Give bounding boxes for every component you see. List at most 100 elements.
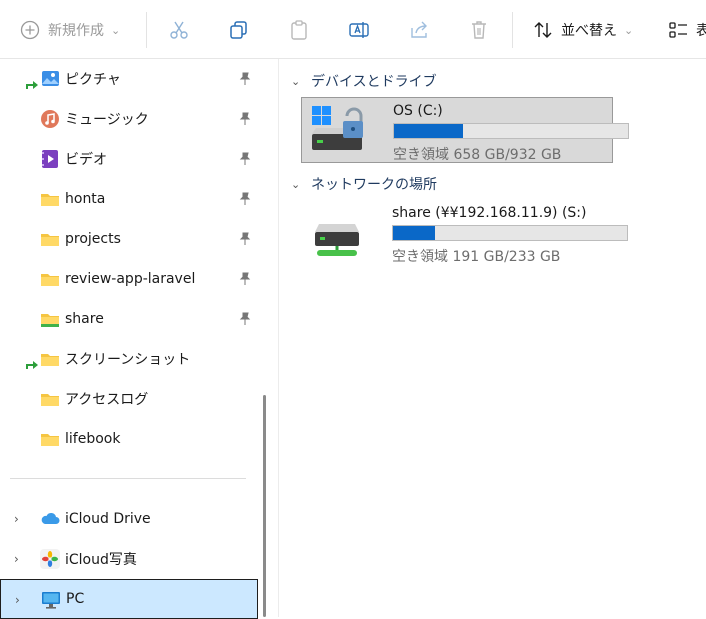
copy-icon xyxy=(227,18,251,42)
drive-usage-bar xyxy=(393,123,629,139)
sidebar-item-label: iCloud写真 xyxy=(65,552,137,568)
drive-usage-bar xyxy=(392,225,628,241)
folder-icon xyxy=(40,229,60,249)
sort-arrows-icon xyxy=(531,18,555,42)
sidebar-item-label: PC xyxy=(66,591,85,607)
sidebar-item-pictures[interactable]: ピクチャ xyxy=(0,59,258,99)
sidebar-item-label: review-app-laravel xyxy=(65,271,196,287)
command-bar: 新規作成 ⌄ 並べ替え ⌄ 表 xyxy=(0,0,706,59)
sort-button-label: 並べ替え xyxy=(561,23,617,39)
drive-tile-os-c[interactable]: OS (C:) 空き領域 658 GB/932 GB xyxy=(301,97,629,163)
drive-usage-fill xyxy=(393,226,436,240)
icloud-drive-icon xyxy=(40,509,60,529)
pin-icon[interactable] xyxy=(238,152,252,166)
sidebar-item-label: アクセスログ xyxy=(65,392,149,408)
chevron-down-icon: ⌄ xyxy=(291,177,301,191)
rename-button[interactable] xyxy=(347,14,371,46)
navigation-pane: ピクチャ ミュージック ビデオ honta projects review-ap… xyxy=(0,59,258,619)
toolbar-separator xyxy=(512,12,513,48)
sidebar-item-honta[interactable]: honta xyxy=(0,179,258,219)
drive-free-space: 空き領域 191 GB/233 GB xyxy=(392,249,561,265)
pc-icon xyxy=(41,590,61,610)
drive-usage-fill xyxy=(394,124,463,138)
folder-icon xyxy=(40,189,60,209)
sidebar-item-review-app-laravel[interactable]: review-app-laravel xyxy=(0,259,258,299)
group-header-label: デバイスとドライブ xyxy=(311,74,437,90)
pin-icon[interactable] xyxy=(238,112,252,126)
sidebar-item-icloud-photos[interactable]: › iCloud写真 xyxy=(0,539,258,579)
folder-icon xyxy=(40,389,60,409)
sidebar-item-screenshots[interactable]: スクリーンショット xyxy=(0,339,258,379)
pane-splitter[interactable] xyxy=(278,59,279,617)
sidebar-item-label: iCloud Drive xyxy=(65,511,151,527)
group-header-devices[interactable]: ⌄ デバイスとドライブ xyxy=(291,71,437,91)
sync-status-icon xyxy=(26,81,38,89)
group-header-network[interactable]: ⌄ ネットワークの場所 xyxy=(291,174,437,194)
drive-tile-share-s[interactable]: share (¥¥192.168.11.9) (S:) 空き領域 191 GB/… xyxy=(301,200,628,266)
sidebar-item-icloud-drive[interactable]: › iCloud Drive xyxy=(0,499,258,539)
group-header-label: ネットワークの場所 xyxy=(311,177,437,193)
chevron-down-icon: ⌄ xyxy=(291,74,301,88)
share-button[interactable] xyxy=(407,14,431,46)
paste-button[interactable] xyxy=(287,14,311,46)
screenshots-folder-icon xyxy=(40,349,60,369)
video-icon xyxy=(40,149,60,169)
plus-circle-icon xyxy=(18,18,42,42)
sidebar-item-lifebook[interactable]: lifebook xyxy=(0,419,258,459)
delete-button[interactable] xyxy=(467,14,491,46)
share-icon xyxy=(407,18,431,42)
trash-icon xyxy=(467,18,491,42)
sidebar-item-label: ピクチャ xyxy=(65,72,121,88)
sidebar-scrollbar[interactable] xyxy=(263,395,266,617)
sidebar-item-music[interactable]: ミュージック xyxy=(0,99,258,139)
sidebar-item-projects[interactable]: projects xyxy=(0,219,258,259)
folder-icon xyxy=(40,429,60,449)
chevron-down-icon: ⌄ xyxy=(624,23,634,37)
rename-icon xyxy=(347,18,371,42)
sidebar-item-label: スクリーンショット xyxy=(65,352,191,368)
network-folder-icon xyxy=(40,309,60,329)
sync-status-icon xyxy=(26,361,38,369)
music-icon xyxy=(40,109,60,129)
sidebar-item-access-log[interactable]: アクセスログ xyxy=(0,379,258,419)
sidebar-item-label: share xyxy=(65,311,104,327)
sidebar-item-share[interactable]: share xyxy=(0,299,258,339)
chevron-right-icon[interactable]: › xyxy=(14,512,26,526)
system-drive-icon xyxy=(310,104,366,156)
chevron-right-icon[interactable]: › xyxy=(15,593,27,607)
scissors-icon xyxy=(167,18,191,42)
sidebar-item-pc[interactable]: › PC xyxy=(0,579,258,619)
new-button[interactable]: 新規作成 ⌄ xyxy=(18,14,120,46)
sidebar-divider xyxy=(10,478,246,479)
copy-button[interactable] xyxy=(227,14,251,46)
icloud-photos-icon xyxy=(40,549,60,569)
pin-icon[interactable] xyxy=(238,272,252,286)
view-button[interactable]: 表 xyxy=(666,14,706,46)
chevron-down-icon: ⌄ xyxy=(111,23,121,37)
toolbar-separator xyxy=(146,12,147,48)
new-button-label: 新規作成 xyxy=(48,23,104,39)
sort-button[interactable]: 並べ替え ⌄ xyxy=(531,14,633,46)
pictures-icon xyxy=(40,69,60,89)
pin-icon[interactable] xyxy=(238,72,252,86)
sidebar-item-label: honta xyxy=(65,191,106,207)
drive-free-space: 空き領域 658 GB/932 GB xyxy=(393,147,562,163)
drive-name: share (¥¥192.168.11.9) (S:) xyxy=(392,205,587,221)
view-list-icon xyxy=(666,18,690,42)
cut-button[interactable] xyxy=(167,14,191,46)
pin-icon[interactable] xyxy=(238,192,252,206)
sidebar-item-videos[interactable]: ビデオ xyxy=(0,139,258,179)
clipboard-icon xyxy=(287,18,311,42)
pin-icon[interactable] xyxy=(238,232,252,246)
view-button-label: 表 xyxy=(696,23,706,39)
sidebar-item-label: ミュージック xyxy=(65,112,149,128)
sidebar-item-label: projects xyxy=(65,231,121,247)
pin-icon[interactable] xyxy=(238,312,252,326)
network-drive-icon xyxy=(309,206,365,258)
sidebar-item-label: ビデオ xyxy=(65,152,107,168)
content-pane: ⌄ デバイスとドライブ OS (C:) 空き領域 658 GB/932 GB ⌄… xyxy=(280,59,706,617)
folder-icon xyxy=(40,269,60,289)
chevron-right-icon[interactable]: › xyxy=(14,552,26,566)
sidebar-item-label: lifebook xyxy=(65,431,121,447)
drive-name: OS (C:) xyxy=(393,103,443,119)
